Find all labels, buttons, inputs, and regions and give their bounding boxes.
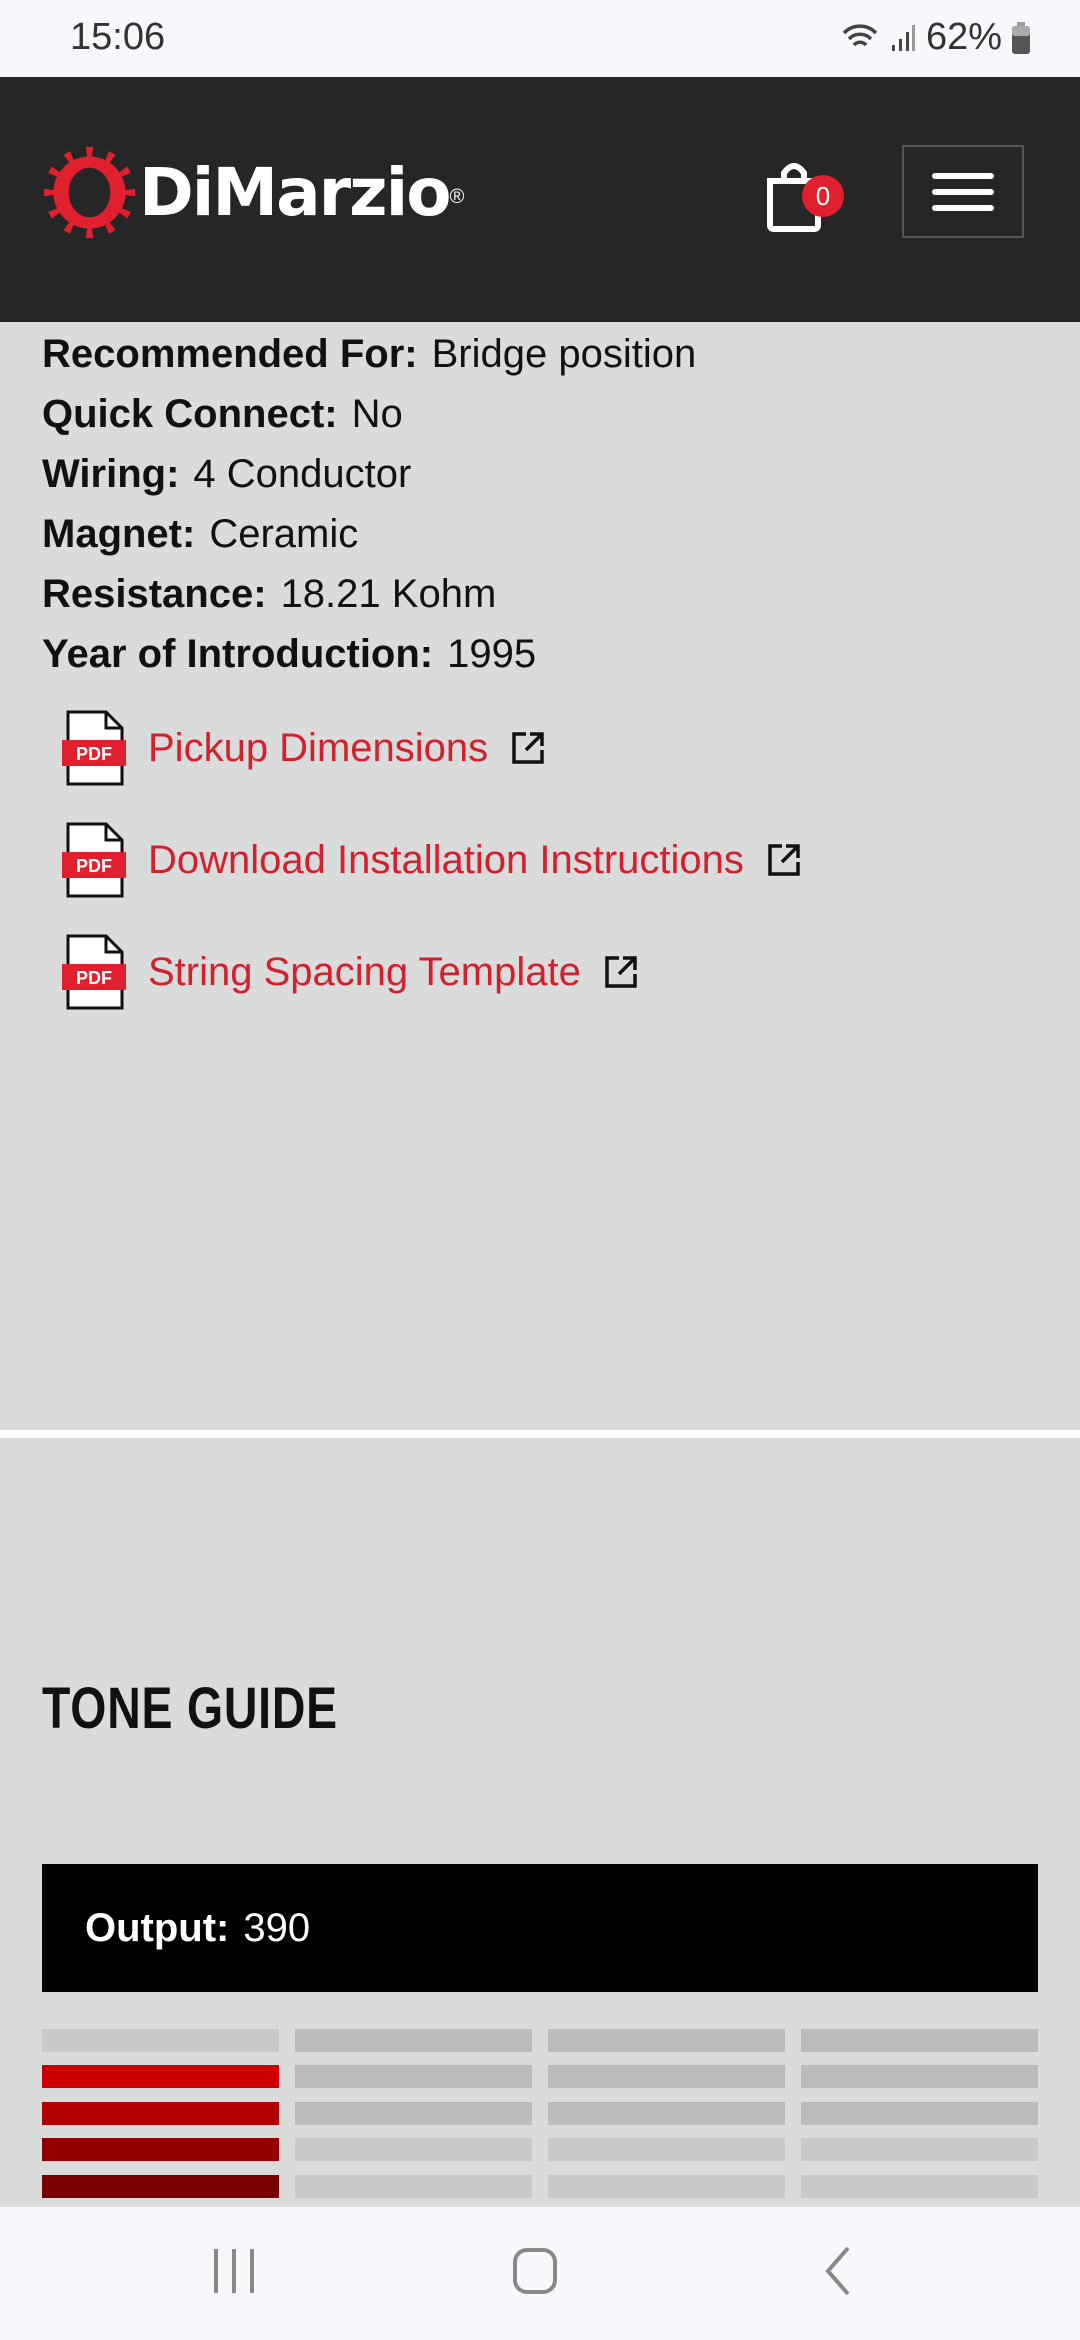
section-divider [0, 1430, 1080, 1438]
tone-bar-r3-c1 [42, 2102, 279, 2125]
sun-logo-icon [43, 146, 136, 239]
dimarzio-logo[interactable]: DiMarzio ® [42, 145, 464, 240]
tone-bar-r3-c2 [295, 2102, 532, 2125]
registered-mark: ® [449, 186, 465, 208]
download-link-label[interactable]: Download Installation Instructions [148, 838, 744, 883]
spec-label: Recommended For: [42, 332, 418, 376]
tone-bar-r1-c3 [548, 2029, 785, 2052]
tone-bar-r4-c3 [548, 2138, 785, 2161]
tone-bar-r4-c4 [801, 2138, 1038, 2161]
spec-row: Recommended For: Bridge position [42, 330, 696, 390]
spec-row: Magnet: Ceramic [42, 510, 696, 570]
clock: 15:06 [70, 16, 166, 58]
download-link-label[interactable]: String Spacing Template [148, 950, 581, 995]
tone-bar-r1-c1 [42, 2029, 279, 2052]
spec-label: Wiring: [42, 452, 180, 496]
site-header: DiMarzio ® 0 [0, 77, 1080, 322]
tone-bar-r5-c4 [801, 2175, 1038, 2198]
tone-bar-r3-c3 [548, 2102, 785, 2125]
svg-text:PDF: PDF [76, 968, 112, 988]
android-nav-bar [0, 2207, 1080, 2340]
spec-label: Magnet: [42, 512, 196, 556]
svg-text:PDF: PDF [76, 744, 112, 764]
hamburger-menu-button[interactable] [902, 145, 1024, 238]
spec-value: 4 Conductor [193, 452, 412, 496]
tone-bar-r2-c2 [295, 2065, 532, 2088]
tone-bar-r1-c4 [801, 2029, 1038, 2052]
download-link[interactable]: PDF String Spacing Template [62, 934, 639, 1010]
tone-bar-r1-c2 [295, 2029, 532, 2052]
spec-row: Year of Introduction: 1995 [42, 630, 696, 690]
download-link[interactable]: PDF Download Installation Instructions [62, 822, 802, 898]
tone-bar-r5-c1 [42, 2175, 279, 2198]
battery-percent: 62% [925, 16, 1002, 58]
spec-label: Resistance: [42, 572, 267, 616]
tone-guide-title: TONE GUIDE [42, 1676, 338, 1741]
external-link-icon [512, 732, 544, 764]
tone-bar-r4-c1 [42, 2138, 279, 2161]
spec-value: Bridge position [431, 332, 697, 376]
spec-value: No [351, 392, 403, 436]
pdf-icon: PDF [62, 710, 126, 786]
spec-row: Wiring: 4 Conductor [42, 450, 696, 510]
tone-bar-r2-c3 [548, 2065, 785, 2088]
battery-icon [1012, 21, 1030, 54]
tone-bar-r3-c4 [801, 2102, 1038, 2125]
output-label: Output: [85, 1906, 230, 1950]
tone-bar-r4-c2 [295, 2138, 532, 2161]
pdf-icon: PDF [62, 934, 126, 1010]
spec-value: 18.21 Kohm [280, 572, 497, 616]
output-value: 390 [243, 1906, 311, 1950]
external-link-icon [768, 844, 800, 876]
wifi-icon [842, 23, 878, 46]
tone-bar-r5-c2 [295, 2175, 532, 2198]
home-icon[interactable] [512, 2247, 558, 2295]
pickup-specs: Recommended For: Bridge position Quick Co… [42, 330, 696, 690]
spec-label: Quick Connect: [42, 392, 338, 436]
tone-bar-r5-c3 [548, 2175, 785, 2198]
pdf-icon: PDF [62, 822, 126, 898]
spec-value: Ceramic [209, 512, 359, 556]
signal-icon [891, 24, 915, 51]
download-link-label[interactable]: Pickup Dimensions [148, 726, 488, 771]
tone-bar-r2-c4 [801, 2065, 1038, 2088]
spec-row: Resistance: 18.21 Kohm [42, 570, 696, 630]
brand-name: DiMarzio [139, 154, 452, 231]
back-icon[interactable] [822, 2245, 852, 2297]
cart-count-badge[interactable]: 0 [802, 175, 844, 217]
spec-label: Year of Introduction: [42, 632, 434, 676]
external-link-icon [605, 956, 637, 988]
status-bar: 15:06 62% [0, 0, 1080, 77]
output-panel: Output: 390 [42, 1864, 1038, 1992]
spec-row: Quick Connect: No [42, 390, 696, 450]
svg-text:PDF: PDF [76, 856, 112, 876]
recent-apps-icon[interactable] [212, 2247, 256, 2295]
spec-value: 1995 [447, 632, 537, 676]
download-link[interactable]: PDF Pickup Dimensions [62, 710, 546, 786]
tone-bar-r2-c1 [42, 2065, 279, 2088]
